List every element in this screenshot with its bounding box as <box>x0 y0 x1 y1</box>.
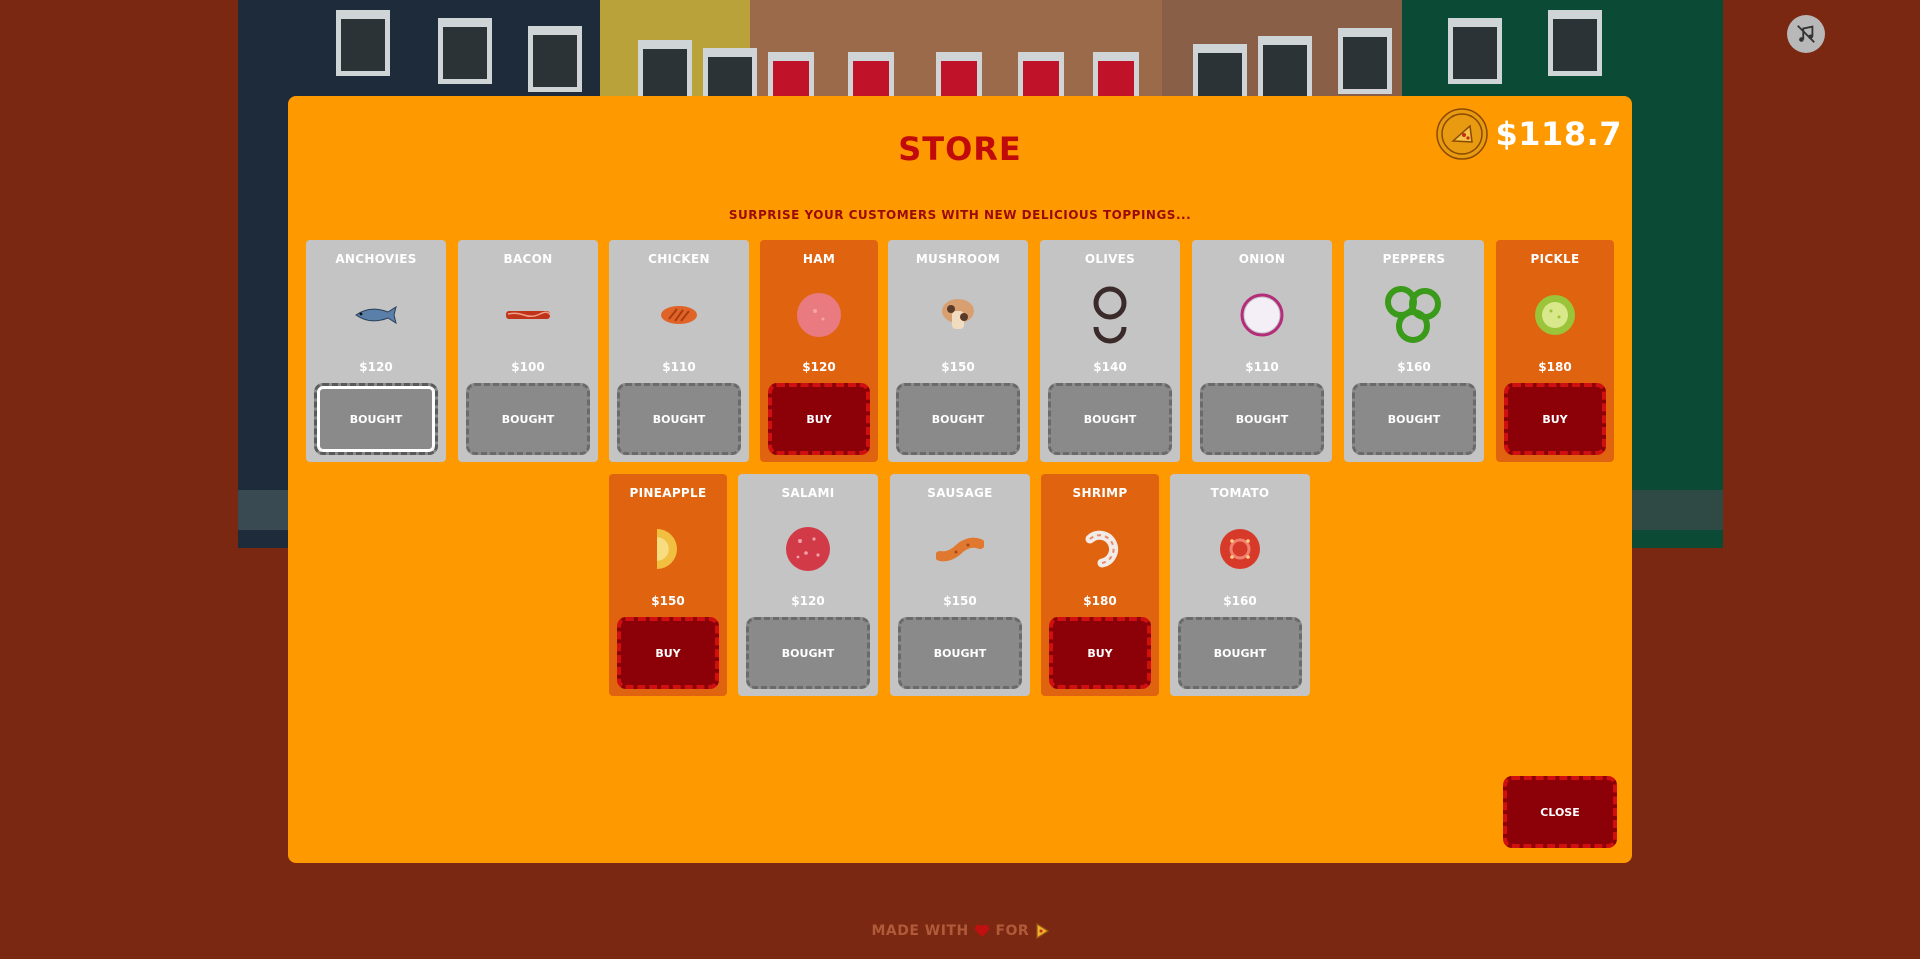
topping-name: Mushroom <box>915 252 1001 266</box>
topping-card-tomato: Tomato $160 Bought <box>1170 474 1310 696</box>
topping-price: $150 <box>941 360 975 374</box>
topping-card-salami: Salami $120 Bought <box>738 474 878 696</box>
topping-price: $110 <box>1245 360 1279 374</box>
topping-card-bacon: Bacon $100 Bought <box>458 240 598 462</box>
window <box>336 10 390 76</box>
tomato-icon <box>1170 512 1310 586</box>
topping-price: $180 <box>1538 360 1572 374</box>
pineapple-icon <box>609 512 727 586</box>
onion-icon <box>1192 278 1332 352</box>
sausage-icon <box>890 512 1030 586</box>
window <box>1338 28 1392 94</box>
topping-name: Chicken <box>648 252 710 266</box>
topping-price: $110 <box>662 360 696 374</box>
bought-button[interactable]: Bought <box>746 617 870 689</box>
topping-card-anchovies: Anchovies $120 Bought <box>306 240 446 462</box>
topping-price: $150 <box>943 594 977 608</box>
anchovy-icon <box>306 278 446 352</box>
topping-card-sausage: Sausage $150 Bought <box>890 474 1030 696</box>
buy-button[interactable]: Buy <box>1049 617 1151 689</box>
bought-button[interactable]: Bought <box>898 617 1022 689</box>
topping-name: Pineapple <box>629 486 707 500</box>
salami-icon <box>738 512 878 586</box>
bought-button[interactable]: Bought <box>1048 383 1172 455</box>
footer-made-with: Made with <box>871 923 969 939</box>
pickle-icon <box>1496 278 1614 352</box>
window <box>1448 18 1502 84</box>
bought-button[interactable]: Bought <box>617 383 741 455</box>
close-button[interactable]: Close <box>1503 776 1617 848</box>
topping-name: Bacon <box>503 252 553 266</box>
topping-name: Olives <box>1084 252 1136 266</box>
bought-button[interactable]: Bought <box>896 383 1020 455</box>
topping-name: Tomato <box>1210 486 1270 500</box>
topping-price: $140 <box>1093 360 1127 374</box>
peppers-icon <box>1344 278 1484 352</box>
store-title: Store <box>898 130 1022 168</box>
money-value: $118.7 <box>1495 115 1622 153</box>
topping-price: $120 <box>359 360 393 374</box>
money-display: $118.7 <box>1435 108 1622 160</box>
topping-name: Ham <box>802 252 836 266</box>
pizza-coin-icon <box>1435 108 1488 160</box>
footer: Made with for <box>0 922 1920 940</box>
topping-name: Anchovies <box>335 252 417 266</box>
topping-name: Peppers <box>1382 252 1446 266</box>
buy-button[interactable]: Buy <box>1504 383 1606 455</box>
store-modal: Store Surprise your customers with new d… <box>288 96 1632 863</box>
topping-name: Shrimp <box>1072 486 1128 500</box>
footer-for: for <box>995 923 1030 939</box>
topping-name: Sausage <box>927 486 993 500</box>
topping-card-olives: Olives $140 Bought <box>1040 240 1180 462</box>
topping-card-onion: Onion $110 Bought <box>1192 240 1332 462</box>
topping-price: $160 <box>1397 360 1431 374</box>
mute-music-button[interactable] <box>1787 15 1825 53</box>
bought-button[interactable]: Bought <box>1200 383 1324 455</box>
topping-card-peppers: Peppers $160 Bought <box>1344 240 1484 462</box>
topping-card-pickle: Pickle $180 Buy <box>1496 240 1614 462</box>
buy-button[interactable]: Buy <box>768 383 870 455</box>
topping-card-chicken: Chicken $110 Bought <box>609 240 749 462</box>
store-subtitle: Surprise your customers with new delicio… <box>728 208 1192 222</box>
window <box>1258 36 1312 102</box>
topping-price: $180 <box>1083 594 1117 608</box>
chicken-icon <box>609 278 749 352</box>
topping-card-mushroom: Mushroom $150 Bought <box>888 240 1028 462</box>
bacon-icon <box>458 278 598 352</box>
bought-button[interactable]: Bought <box>314 383 438 455</box>
window <box>438 18 492 84</box>
topping-card-pineapple: Pineapple $150 Buy <box>609 474 727 696</box>
topping-name: Salami <box>781 486 835 500</box>
topping-price: $120 <box>802 360 836 374</box>
topping-price: $100 <box>511 360 545 374</box>
topping-name: Onion <box>1238 252 1286 266</box>
bought-button[interactable]: Bought <box>1178 617 1302 689</box>
music-off-icon <box>1797 25 1815 43</box>
olives-icon <box>1040 278 1180 352</box>
bought-button[interactable]: Bought <box>1352 383 1476 455</box>
topping-price: $160 <box>1223 594 1257 608</box>
buy-button[interactable]: Buy <box>617 617 719 689</box>
topping-card-shrimp: Shrimp $180 Buy <box>1041 474 1159 696</box>
shrimp-icon <box>1041 512 1159 586</box>
topping-price: $150 <box>651 594 685 608</box>
window <box>1548 10 1602 76</box>
topping-name: Pickle <box>1530 252 1580 266</box>
topping-price: $120 <box>791 594 825 608</box>
ham-icon <box>760 278 878 352</box>
bought-button[interactable]: Bought <box>466 383 590 455</box>
pizza-icon <box>1035 922 1049 940</box>
topping-card-ham: Ham $120 Buy <box>760 240 878 462</box>
heart-icon <box>974 924 990 937</box>
mushroom-icon <box>888 278 1028 352</box>
window <box>528 26 582 92</box>
